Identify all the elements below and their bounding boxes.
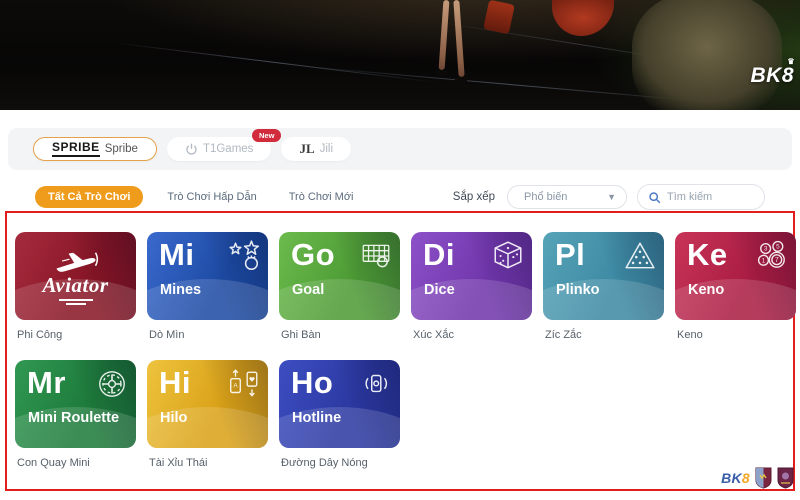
games-highlight-box: Aviator Phi Công Mi Mines Dò Mìn Go Goal… [5,211,795,491]
plane-icon [47,249,105,275]
hotline-icon [359,367,393,401]
provider-tab-label: Jili [320,143,333,155]
svg-text:A: A [233,383,238,390]
game-caption: Ghi Bàn [281,329,400,341]
game-card-unit: Pl Plinko Zíc Zắc [543,232,664,341]
search-box [637,184,765,210]
game-abbreviation: Go [291,237,335,273]
roulette-icon [95,367,129,401]
game-name: Hilo [160,410,187,426]
bk8-banner-logo: BK8♛ [750,64,794,88]
game-card-unit: Di Dice Xúc Xắc [411,232,532,341]
game-caption: Zíc Zắc [545,329,664,341]
game-card-mini-roulette[interactable]: Mr Mini Roulette [15,360,136,448]
game-card-unit: Ho Hotline Đường Dây Nóng [279,360,400,469]
provider-tab-label: Spribe [105,143,138,155]
game-card-unit: Mr Mini Roulette Con Quay Mini [15,360,136,469]
filter-row: Tất Cả Trò Chơi Trò Chơi Hấp Dẫn Trò Chơ… [8,184,792,210]
club-crest-icon [777,467,794,489]
sort-selected-value: Phổ biến [524,191,607,203]
provider-tab-strip: SPRIBE Spribe T1Games New JL Jili [8,128,792,170]
sort-label: Sắp xếp [453,191,495,203]
game-caption: Con Quay Mini [17,457,136,469]
svg-text:1: 1 [762,257,766,264]
svg-text:5: 5 [776,244,780,251]
game-name: Keno [688,282,724,298]
person-silhouette [632,0,782,110]
game-name: Goal [292,282,324,298]
game-name: Mini Roulette [28,410,119,426]
game-card-unit: Mi Mines Dò Mìn [147,232,268,341]
search-input[interactable] [667,191,747,203]
provider-tab-t1games[interactable]: T1Games New [167,137,272,161]
game-abbreviation: Di [423,237,455,273]
game-card-unit: Go Goal Ghi Bàn [279,232,400,341]
floor-line [111,42,439,83]
game-abbreviation: Pl [555,237,585,273]
red-aircraft-shape [552,0,614,36]
provider-tab-label: T1Games [203,143,254,155]
filter-tab-new-games[interactable]: Trò Chơi Mới [289,191,354,203]
provider-tab-jili[interactable]: JL Jili [281,137,351,161]
bk8-footer-logo: BK8 [721,470,750,486]
game-card-goal[interactable]: Go Goal [279,232,400,320]
goal-icon [359,239,393,273]
plinko-icon [623,239,657,273]
games-grid: Aviator Phi Công Mi Mines Dò Mìn Go Goal… [7,213,793,477]
game-card-unit: Ke Keno 3 5 1 7 Keno [675,232,796,341]
game-name: Plinko [556,282,600,298]
game-name: Dice [424,282,455,298]
heel-shoe [455,77,467,83]
aviator-logo-text: Aviator [42,275,108,296]
mines-icon [227,239,261,273]
keno-icon: 3 5 1 7 [755,239,789,273]
svg-text:7: 7 [775,257,779,264]
chevron-down-icon: ▼ [607,192,616,202]
jili-logo: JL [299,141,314,157]
aviator-logo: Aviator [15,232,136,320]
new-badge: New [252,129,281,142]
dice-icon [491,239,525,273]
game-caption: Dò Mìn [149,329,268,341]
game-abbreviation: Hi [159,365,191,401]
game-name: Hotline [292,410,341,426]
game-abbreviation: Mi [159,237,194,273]
search-icon [648,191,661,204]
svg-text:3: 3 [764,246,768,253]
provider-tab-spribe[interactable]: SPRIBE Spribe [33,137,157,161]
power-icon [185,143,198,156]
game-caption: Phi Công [17,329,136,341]
game-caption: Xúc Xắc [413,329,532,341]
game-card-keno[interactable]: Ke Keno 3 5 1 7 [675,232,796,320]
game-card-dice[interactable]: Di Dice [411,232,532,320]
footer-logos: BK8 [721,467,794,489]
hero-banner: BK8♛ [0,0,800,110]
crown-icon: ♛ [787,57,795,66]
sort-dropdown[interactable]: Phổ biến ▼ [507,185,627,209]
red-object-shape [483,0,515,34]
game-card-unit: Aviator Phi Công [15,232,136,341]
heel-shoe [436,70,448,76]
game-card-aviator[interactable]: Aviator [15,232,136,320]
game-card-unit: Hi Hilo A Tài Xỉu Thái [147,360,268,469]
game-caption: Đường Dây Nóng [281,457,400,469]
club-crest-icon [755,467,772,489]
game-caption: Keno [677,329,796,341]
game-card-mines[interactable]: Mi Mines [147,232,268,320]
filter-tab-hot-games[interactable]: Trò Chơi Hấp Dẫn [167,191,256,203]
game-card-plinko[interactable]: Pl Plinko [543,232,664,320]
game-abbreviation: Ho [291,365,333,401]
model-legs [453,0,464,77]
game-card-hotline[interactable]: Ho Hotline [279,360,400,448]
game-caption: Tài Xỉu Thái [149,457,268,469]
hilo-icon: A [227,367,261,401]
game-abbreviation: Ke [687,237,728,273]
spribe-logo: SPRIBE [52,141,100,156]
game-abbreviation: Mr [27,365,66,401]
filter-tab-all-games[interactable]: Tất Cả Trò Chơi [35,186,143,208]
game-card-hilo[interactable]: Hi Hilo A [147,360,268,448]
model-legs [439,0,450,70]
game-name: Mines [160,282,201,298]
